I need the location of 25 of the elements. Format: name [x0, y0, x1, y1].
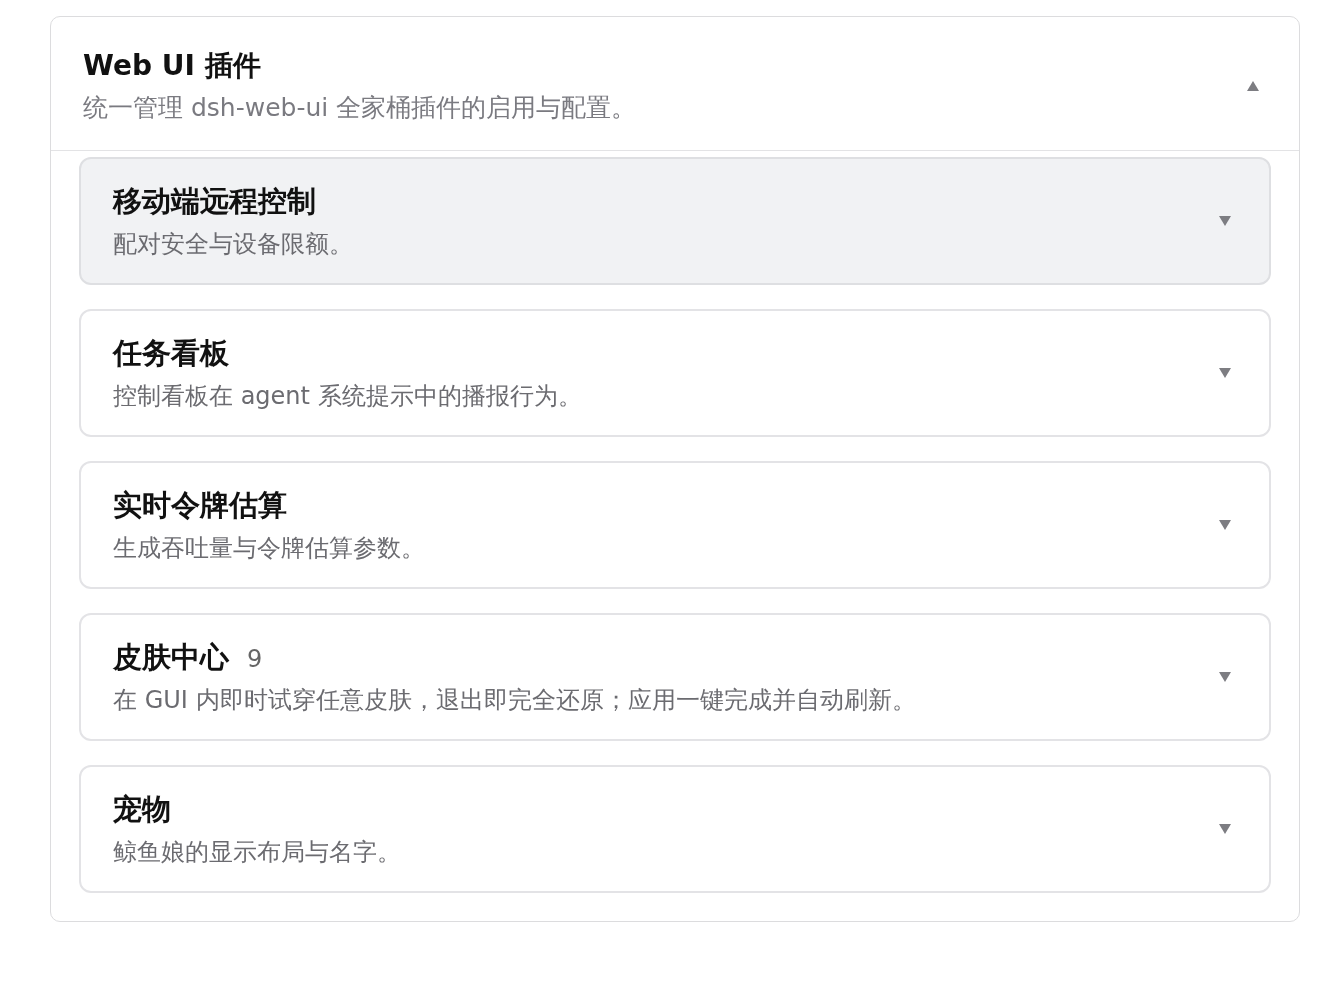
panel-header[interactable]: Web UI 插件 统一管理 dsh-web-ui 全家桶插件的启用与配置。 [51, 17, 1299, 151]
plugin-count: 9 [247, 645, 263, 673]
plugin-title: 移动端远程控制 [113, 183, 316, 220]
panel-subtitle: 统一管理 dsh-web-ui 全家桶插件的启用与配置。 [83, 92, 637, 124]
caret-down-icon[interactable] [1219, 368, 1231, 378]
plugin-title: 皮肤中心 [113, 639, 229, 676]
plugin-description: 控制看板在 agent 系统提示中的播报行为。 [113, 381, 582, 412]
plugin-item[interactable]: 任务看板 控制看板在 agent 系统提示中的播报行为。 [79, 309, 1271, 437]
plugin-title: 宠物 [113, 791, 171, 828]
plugin-description: 生成吞吐量与令牌估算参数。 [113, 533, 425, 564]
caret-down-icon[interactable] [1219, 824, 1231, 834]
plugin-item[interactable]: 实时令牌估算 生成吞吐量与令牌估算参数。 [79, 461, 1271, 589]
panel-title: Web UI 插件 [83, 48, 262, 84]
plugin-description: 鲸鱼娘的显示布局与名字。 [113, 837, 401, 868]
plugin-title: 任务看板 [113, 335, 229, 372]
plugin-item[interactable]: 宠物 鲸鱼娘的显示布局与名字。 [79, 765, 1271, 893]
plugin-description: 配对安全与设备限额。 [113, 229, 353, 260]
plugin-title: 实时令牌估算 [113, 487, 287, 524]
caret-up-icon[interactable] [1247, 80, 1259, 91]
plugin-item[interactable]: 皮肤中心 9 在 GUI 内即时试穿任意皮肤，退出即完全还原；应用一键完成并自动刷新。 [79, 613, 1271, 741]
caret-down-icon[interactable] [1219, 672, 1231, 682]
plugin-description: 在 GUI 内即时试穿任意皮肤，退出即完全还原；应用一键完成并自动刷新。 [113, 685, 916, 716]
caret-down-icon[interactable] [1219, 216, 1231, 226]
plugin-item[interactable]: 移动端远程控制 配对安全与设备限额。 [79, 157, 1271, 285]
caret-down-icon[interactable] [1219, 520, 1231, 530]
